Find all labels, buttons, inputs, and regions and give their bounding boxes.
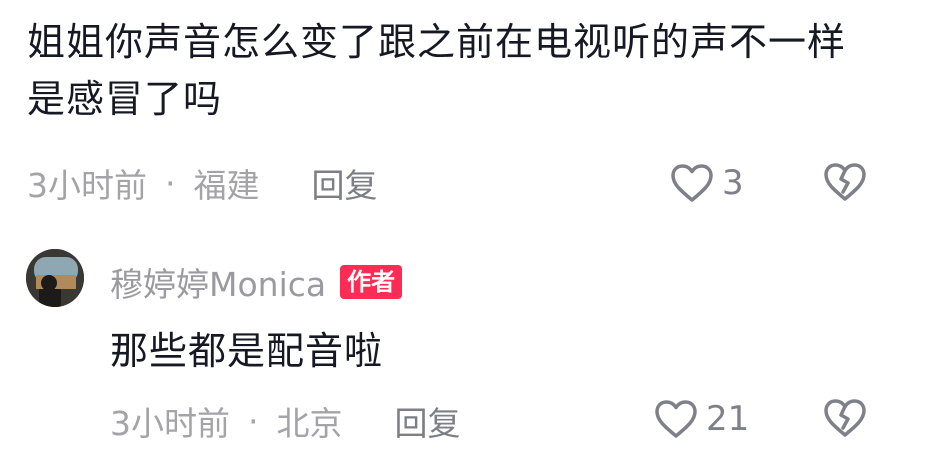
- like-button[interactable]: 21: [654, 396, 749, 442]
- author-badge: 作者: [340, 265, 403, 299]
- reply-time: 3小时前: [110, 404, 230, 443]
- dislike-button[interactable]: [822, 161, 868, 207]
- like-count: 3: [722, 163, 744, 203]
- like-button[interactable]: 3: [670, 160, 744, 206]
- comment-text: 姐姐你声音怎么变了跟之前在电视听的声不一样是感冒了吗: [27, 20, 847, 121]
- reply-meta: 3小时前 · 北京 回复: [110, 398, 461, 444]
- comment-time: 3小时前: [27, 166, 147, 205]
- avatar[interactable]: [26, 249, 84, 307]
- meta-separator: ·: [165, 163, 176, 203]
- username-text[interactable]: 穆婷婷Monica: [110, 258, 326, 306]
- dislike-button[interactable]: [822, 397, 868, 443]
- heart-outline-icon: [670, 163, 714, 203]
- heart-outline-icon: [654, 399, 698, 439]
- comment-meta: 3小时前 · 福建 回复: [27, 160, 378, 206]
- comment-location: 福建: [193, 166, 260, 205]
- meta-separator: ·: [248, 401, 259, 441]
- reply-text: 那些都是配音啦: [110, 329, 384, 373]
- reply-button[interactable]: 回复: [312, 159, 378, 207]
- like-count: 21: [706, 399, 750, 439]
- reply-location: 北京: [276, 404, 343, 443]
- username[interactable]: 穆婷婷Monica 作者: [110, 258, 403, 306]
- reply-button[interactable]: 回复: [395, 397, 461, 445]
- broken-heart-icon: [822, 163, 868, 207]
- broken-heart-icon: [822, 399, 868, 443]
